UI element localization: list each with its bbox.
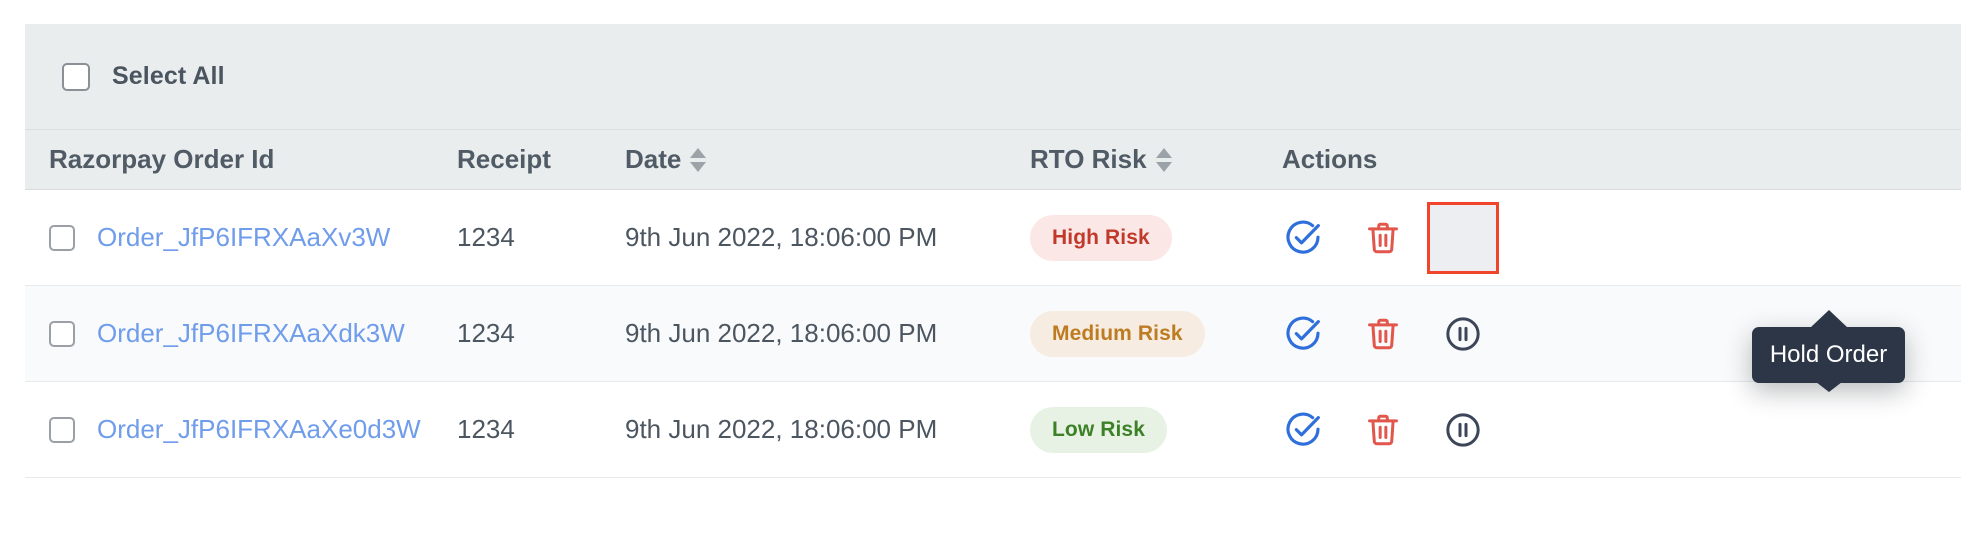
sort-arrows-icon-date[interactable] [690,147,707,172]
cell-order-id: Order_JfP6IFRXAaXdk3W [25,318,457,349]
hold-order-button-wrapper [1427,201,1499,274]
approve-order-icon [1286,220,1320,254]
hold-order-button[interactable] [1442,217,1484,259]
cell-actions [1282,409,1612,451]
hold-order-tooltip: Hold Order [1752,310,1905,392]
table-row: Order_JfP6IFRXAaXe0d3W 1234 9th Jun 2022… [25,382,1961,478]
cell-rto-risk: Medium Risk [1030,310,1282,357]
cell-date: 9th Jun 2022, 18:06:00 PM [625,414,938,444]
order-id-link[interactable]: Order_JfP6IFRXAaXdk3W [97,318,405,349]
status-badge: Medium Risk [1030,310,1205,357]
hold-order-icon [1446,316,1480,351]
cell-date: 9th Jun 2022, 18:06:00 PM [625,222,938,252]
column-header-receipt-label: Receipt [457,144,551,174]
row-checkbox[interactable] [49,224,75,251]
cell-receipt: 1234 [457,318,515,348]
cell-receipt: 1234 [457,222,515,252]
delete-order-icon [1368,414,1398,445]
column-header-rto-risk-label: RTO Risk [1030,144,1147,174]
table-row: Order_JfP6IFRXAaXdk3W 1234 9th Jun 2022,… [25,286,1961,382]
select-all-bar: Select All [25,24,1961,130]
cell-actions [1282,201,1612,274]
column-header-date[interactable]: Date [625,144,1030,175]
table-header-row: Razorpay Order Id Receipt Date RTO Risk [25,130,1961,190]
approve-order-button[interactable] [1282,409,1324,451]
column-header-actions: Actions [1282,144,1612,175]
tooltip-arrow-down-icon [1815,382,1842,392]
approve-order-button[interactable] [1282,313,1324,355]
sort-arrows-icon-rto-risk[interactable] [1155,147,1172,172]
sort-up-arrow-icon [690,147,707,158]
approve-order-icon [1286,316,1320,350]
delete-order-button[interactable] [1362,217,1404,259]
row-actions [1282,409,1484,451]
hold-order-icon [1446,412,1480,447]
delete-order-icon [1368,318,1398,349]
cell-date: 9th Jun 2022, 18:06:00 PM [625,318,938,348]
select-all-label: Select All [112,62,225,90]
column-header-order-id-label: Razorpay Order Id [49,144,275,174]
sort-up-arrow-icon [1155,147,1172,158]
column-header-date-label: Date [625,144,682,174]
status-badge: High Risk [1030,214,1172,261]
row-checkbox[interactable] [49,320,75,347]
orders-table-page: Select All Razorpay Order Id Receipt Dat… [0,0,1986,550]
table-row: Order_JfP6IFRXAaXv3W 1234 9th Jun 2022, … [25,190,1961,286]
column-header-order-id: Razorpay Order Id [25,144,457,175]
approve-order-icon [1286,412,1320,446]
sort-down-arrow-icon [1155,161,1172,172]
row-actions [1282,313,1484,355]
approve-order-button[interactable] [1282,217,1324,259]
cell-order-id: Order_JfP6IFRXAaXe0d3W [25,414,457,445]
order-id-link[interactable]: Order_JfP6IFRXAaXv3W [97,222,390,253]
hold-order-button[interactable] [1442,313,1484,355]
order-id-link[interactable]: Order_JfP6IFRXAaXe0d3W [97,414,421,445]
status-badge: Low Risk [1030,406,1167,453]
column-header-rto-risk[interactable]: RTO Risk [1030,144,1282,175]
cell-actions [1282,313,1612,355]
delete-order-button[interactable] [1362,409,1404,451]
tooltip-arrow-up-icon [1809,310,1848,328]
select-all-checkbox[interactable] [62,62,90,91]
cell-receipt: 1234 [457,414,515,444]
delete-order-icon [1368,222,1398,253]
cell-rto-risk: Low Risk [1030,406,1282,453]
hold-order-icon [1446,220,1480,255]
orders-table: Select All Razorpay Order Id Receipt Dat… [25,24,1961,478]
column-header-receipt: Receipt [457,144,625,175]
cell-rto-risk: High Risk [1030,214,1282,261]
hold-order-button[interactable] [1442,409,1484,451]
row-checkbox[interactable] [49,416,75,443]
row-actions [1282,201,1499,274]
cell-order-id: Order_JfP6IFRXAaXv3W [25,222,457,253]
column-header-actions-label: Actions [1282,144,1378,174]
delete-order-button[interactable] [1362,313,1404,355]
tooltip-label: Hold Order [1769,341,1888,368]
sort-down-arrow-icon [690,161,707,172]
